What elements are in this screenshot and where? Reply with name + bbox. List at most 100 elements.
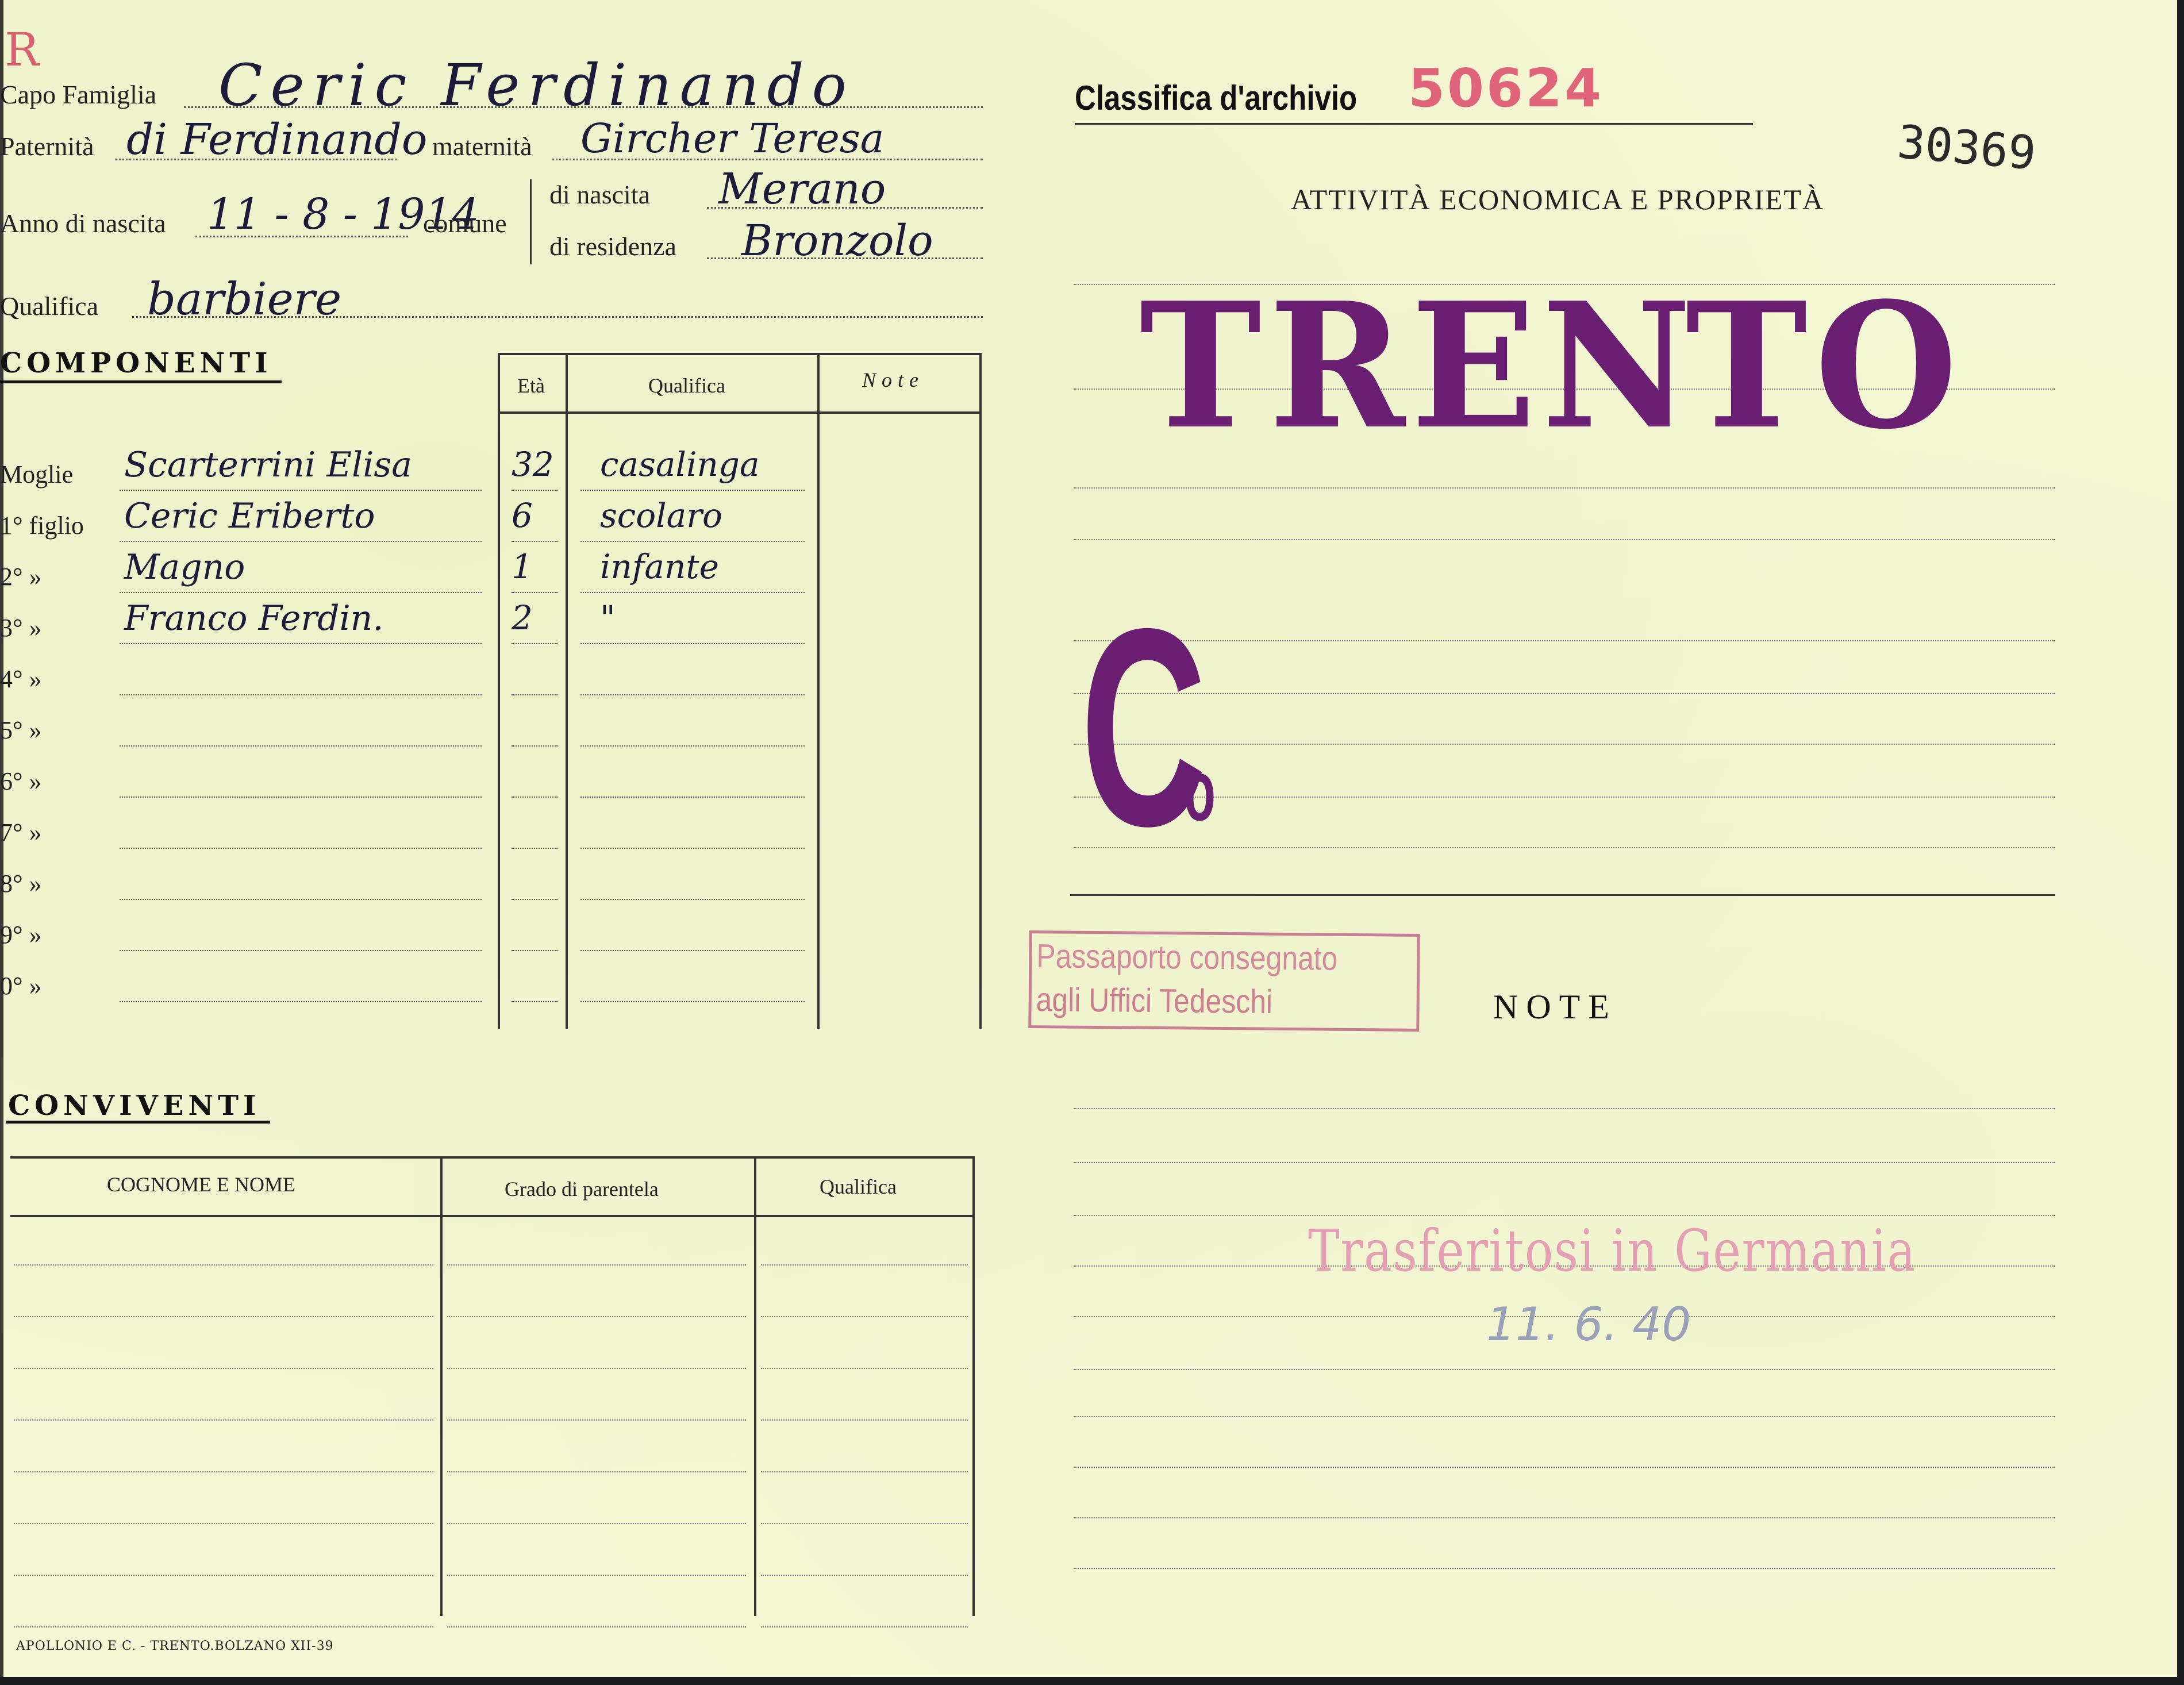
- conviventi-row-line: [14, 1368, 433, 1369]
- componente-eta: 32: [512, 445, 554, 484]
- trento-letter: N: [1541, 264, 1692, 467]
- componenti-col-2: [566, 353, 568, 1029]
- componente-qualifica-line: [580, 694, 805, 695]
- conviventi-row-line: [761, 1316, 968, 1317]
- note-heading: NOTE: [1493, 988, 1617, 1026]
- componente-name-line: [120, 541, 482, 542]
- componente-row-label: 1° figlio: [0, 511, 84, 540]
- trento-letter: R: [1268, 264, 1405, 467]
- componente-row-label: 6° »: [0, 767, 42, 795]
- col-eta-header: Età: [517, 374, 545, 397]
- capo-famiglia-label: Capo Famiglia: [0, 80, 157, 109]
- componente-name: Magno: [124, 547, 245, 587]
- conviventi-row-line: [447, 1264, 746, 1265]
- conviventi-row-line: [761, 1626, 968, 1628]
- right-ruled-line: [1074, 1568, 2055, 1569]
- passport-stamp-line2: agli Uffici Tedeschi: [1036, 981, 1273, 1021]
- conviventi-table-top: [10, 1156, 974, 1159]
- componente-qualifica: scolaro: [600, 496, 722, 535]
- right-ruled-line: [1074, 797, 2055, 798]
- componente-row-label: 0° »: [0, 972, 42, 1000]
- corner-mark: R: [5, 23, 40, 76]
- conviventi-row-line: [447, 1575, 746, 1576]
- componente-name: Ceric Eriberto: [124, 496, 375, 536]
- right-ruled-line: [1074, 1467, 2055, 1468]
- componente-row-label: 4° »: [0, 665, 42, 693]
- conviventi-row-line: [761, 1575, 968, 1576]
- paternita-label: Paternità: [0, 132, 94, 161]
- right-ruled-line: [1074, 1162, 2055, 1163]
- conviventi-row-line: [14, 1471, 433, 1472]
- anno-nascita-label: Anno di nascita: [0, 209, 166, 238]
- componente-name-line: [120, 643, 482, 644]
- componente-name-line: [120, 592, 482, 593]
- di-nascita-label: di nascita: [549, 180, 650, 209]
- paternita-line: [115, 159, 397, 160]
- right-ruled-line: [1074, 1369, 2055, 1370]
- componente-eta-line: [512, 643, 557, 644]
- conviventi-col-1: [440, 1156, 443, 1616]
- ref-number: 30369: [1895, 115, 2038, 180]
- scan-edge-bottom: [0, 1677, 2184, 1685]
- section-title: ATTIVITÀ ECONOMICA E PROPRIETÀ: [1291, 183, 1825, 216]
- componente-qualifica-line: [580, 950, 805, 951]
- componente-name-line: [120, 950, 482, 951]
- capo-famiglia-value: Ceric Ferdinando: [218, 52, 855, 119]
- col-note-header: Note: [862, 368, 924, 391]
- componente-qualifica-line: [580, 848, 805, 849]
- conviventi-row-line: [761, 1264, 968, 1265]
- conviventi-row-line: [14, 1523, 433, 1524]
- componente-name-line: [120, 490, 482, 491]
- right-ruled-line: [1074, 1517, 2055, 1518]
- right-ruled-line: [1074, 847, 2055, 848]
- trento-stamp: TRENTO: [1132, 264, 1958, 467]
- componente-name-line: [120, 745, 482, 747]
- trasferitosi-stamp: Trasferitosi in Germania: [1308, 1217, 1917, 1284]
- conviventi-row-line: [761, 1419, 968, 1421]
- right-ruled-line: [1074, 1108, 2055, 1109]
- componente-qualifica-line: [580, 1001, 805, 1002]
- di-residenza-label: di residenza: [549, 232, 676, 261]
- col-cognome-nome-header: COGNOME E NOME: [107, 1173, 295, 1196]
- conviventi-row-line: [447, 1523, 746, 1524]
- passport-stamp: Passaporto consegnato agli Uffici Tedesc…: [1028, 930, 1420, 1032]
- trento-letters: TRENTO: [1132, 264, 1958, 467]
- conviventi-row-line: [761, 1368, 968, 1369]
- componente-row-label: 8° »: [0, 870, 42, 898]
- c-stamp-suffix: o: [1184, 742, 1216, 838]
- componente-name: Scarterrini Elisa: [124, 445, 412, 485]
- componente-qualifica-line: [580, 797, 805, 798]
- col-qualifica-conv-header: Qualifica: [820, 1175, 897, 1198]
- componente-eta-line: [512, 490, 557, 491]
- componente-row-label: Moglie: [0, 460, 74, 488]
- componente-name-line: [120, 694, 482, 695]
- conviventi-row-line: [447, 1316, 746, 1317]
- maternita-line: [552, 159, 983, 160]
- componente-eta-line: [512, 797, 557, 798]
- componente-row-label: 3° »: [0, 614, 42, 642]
- right-ruled-line: [1074, 640, 2055, 641]
- right-ruled-line: [1074, 487, 2055, 488]
- componente-eta-line: [512, 899, 557, 900]
- componente-row-label: 9° »: [0, 921, 42, 949]
- componente-eta-line: [512, 745, 557, 747]
- passport-stamp-line1: Passaporto consegnato: [1036, 937, 1338, 978]
- componenti-table-top: [498, 353, 981, 355]
- conviventi-row-line: [14, 1316, 433, 1317]
- componente-eta: 2: [512, 598, 533, 637]
- componente-row-label: 7° »: [0, 818, 42, 847]
- anno-nascita-line: [195, 236, 408, 237]
- componente-row-label: 2° »: [0, 563, 42, 591]
- componente-eta-line: [512, 848, 557, 849]
- conviventi-row-line: [761, 1523, 968, 1524]
- componente-eta-line: [512, 950, 557, 951]
- conviventi-row-line: [447, 1368, 746, 1369]
- conviventi-table-header-rule: [10, 1215, 974, 1217]
- componenti-underline: [0, 380, 282, 383]
- di-residenza-line: [707, 257, 983, 259]
- componente-qualifica: infante: [600, 547, 719, 586]
- right-ruled-line: [1074, 539, 2055, 540]
- trento-letter: T: [1139, 264, 1262, 467]
- componente-eta: 1: [512, 547, 533, 586]
- componente-name-line: [120, 797, 482, 798]
